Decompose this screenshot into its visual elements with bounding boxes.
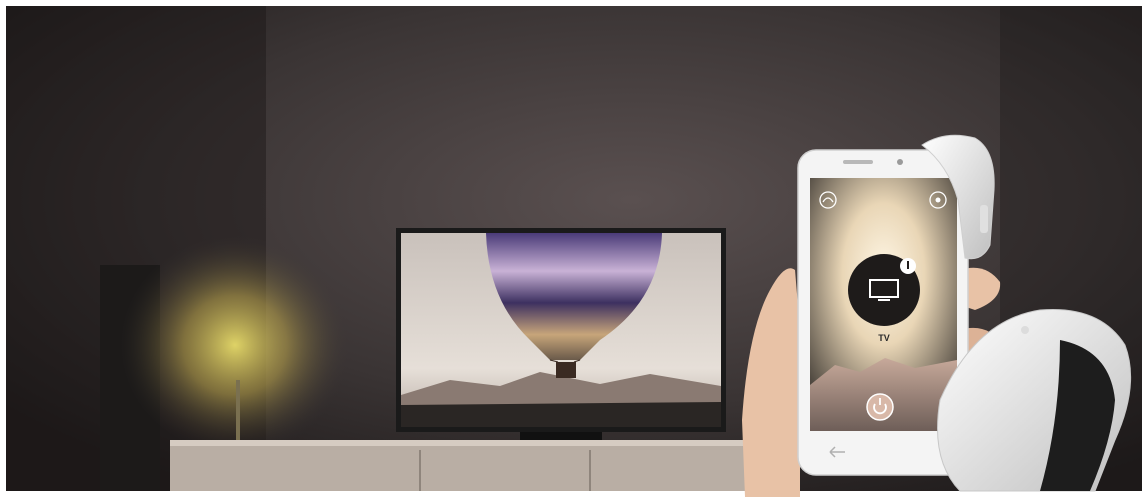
tv-console: [170, 440, 760, 491]
scene-illustration: TV: [0, 0, 1148, 497]
device-label: TV: [878, 333, 890, 343]
lamp-glow: [120, 235, 350, 455]
power-button[interactable]: [866, 393, 894, 421]
lamp-stand: [236, 380, 240, 445]
tv-source-button[interactable]: [848, 254, 920, 326]
